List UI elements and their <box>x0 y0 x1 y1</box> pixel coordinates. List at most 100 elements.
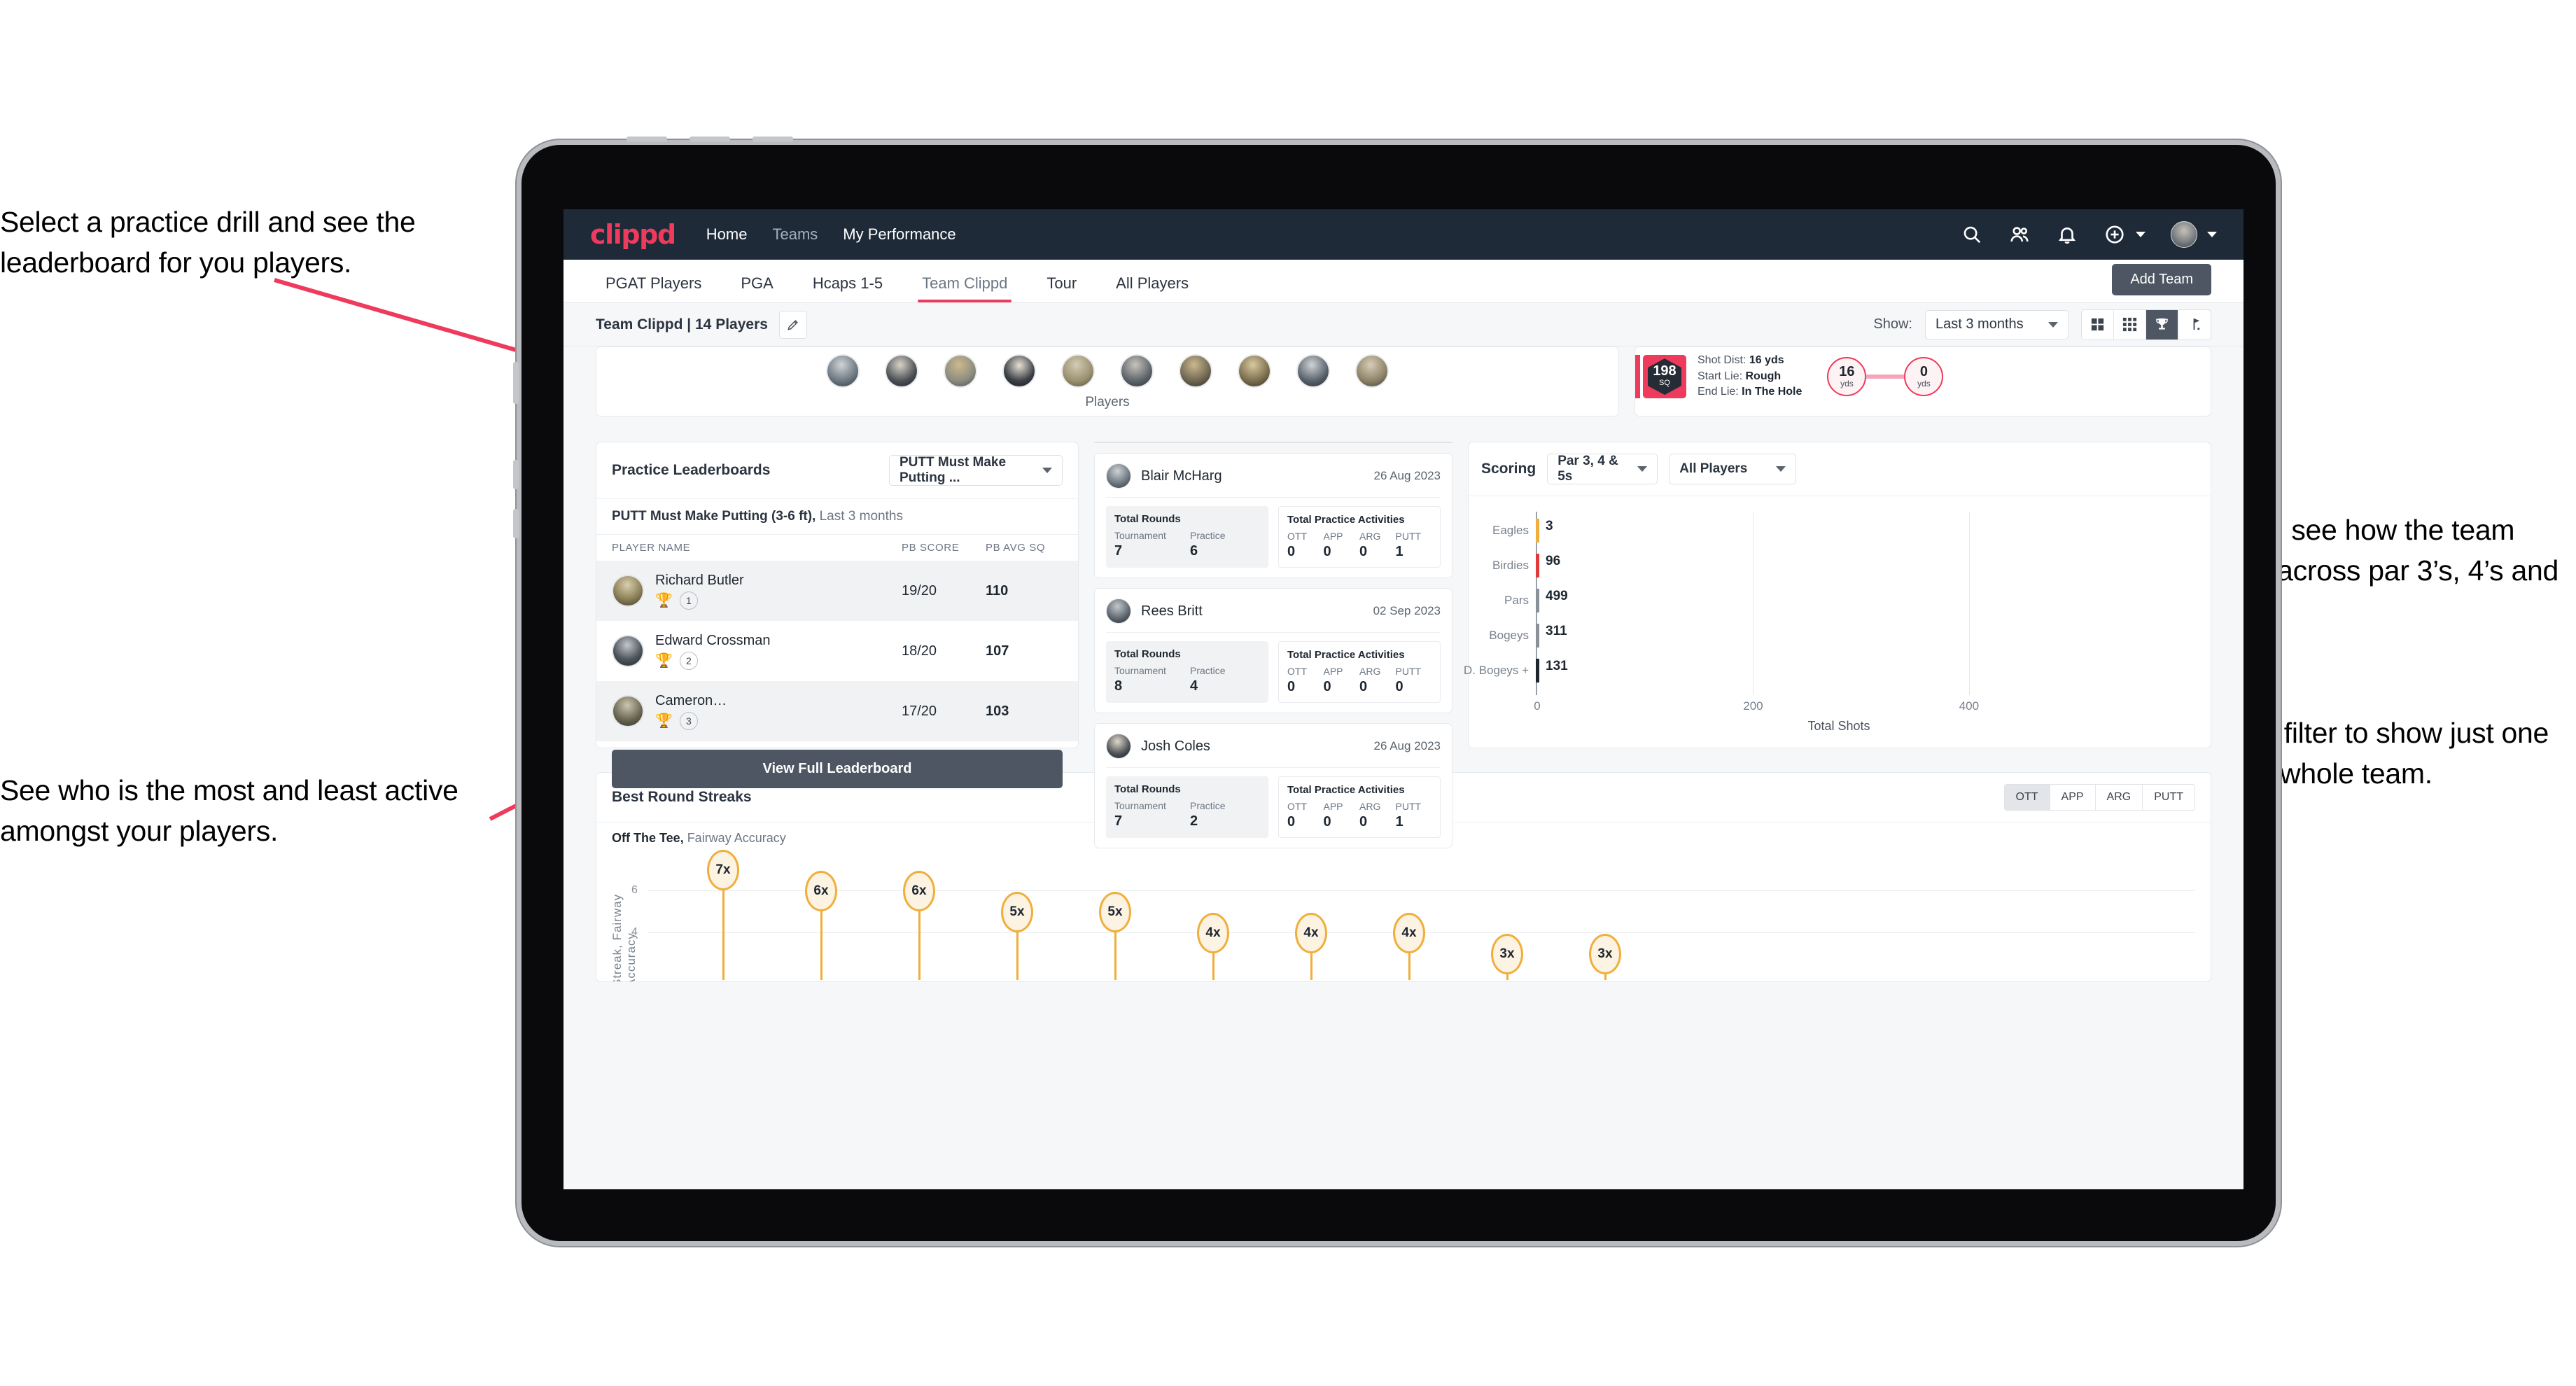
nav-link-my-performance[interactable]: My Performance <box>843 225 955 244</box>
tab-least-active[interactable]: Least Active <box>1273 442 1452 443</box>
toggle-putt[interactable]: PUTT <box>2143 785 2194 810</box>
toggle-ott[interactable]: OTT <box>2004 785 2050 810</box>
player-avatar[interactable] <box>1120 354 1154 388</box>
player-name: Richard Butler <box>655 572 744 588</box>
table-row[interactable]: Edward Crossman 🏆 2 18/20 107 <box>596 621 1078 681</box>
activity-card-header: Josh Coles 26 Aug 2023 <box>1106 734 1441 768</box>
total-rounds-header: Total Rounds <box>1114 783 1181 795</box>
total-rounds-header: Total Rounds <box>1114 648 1181 660</box>
streak-stem <box>1506 974 1508 980</box>
streak-bubble[interactable]: 6x <box>805 871 837 911</box>
streak-bubble[interactable]: 5x <box>1001 892 1033 932</box>
shot-dist-label: Shot Dist: <box>1698 354 1746 366</box>
player-avatar[interactable] <box>885 354 918 388</box>
avatar-chevron-down-icon[interactable] <box>2207 232 2217 237</box>
device-button-side-3 <box>513 509 519 538</box>
plus-chevron-down-icon[interactable] <box>2136 232 2146 237</box>
label-ott: OTT <box>1287 666 1307 677</box>
toggle-arg[interactable]: ARG <box>2095 785 2143 810</box>
period-select[interactable]: Last 3 months <box>1925 309 2068 340</box>
tab-team-clippd[interactable]: Team Clippd <box>912 274 1017 302</box>
tab-pga[interactable]: PGA <box>731 274 783 302</box>
x-tick-400: 400 <box>1959 699 1980 713</box>
shot-detail-inner: 198 SQ Shot Dist: 16 yds Start Lie: Roug… <box>1635 347 2211 400</box>
table-row[interactable]: Richard Butler 🏆 1 19/20 110 <box>596 561 1078 621</box>
view-full-leaderboard-button[interactable]: View Full Leaderboard <box>612 750 1063 788</box>
leaderboard-player: Cameron… 🏆 3 <box>655 693 902 730</box>
edit-team-button[interactable] <box>778 310 807 339</box>
add-team-button[interactable]: Add Team <box>2112 264 2211 295</box>
shot-accent-bar <box>1635 355 1640 399</box>
rounds-col-labels: Tournament Practice <box>1114 665 1260 676</box>
start-lie-value: Rough <box>1745 370 1782 382</box>
activity-card[interactable]: Rees Britt 02 Sep 2023 Total Rounds Tour… <box>1094 588 1452 713</box>
player-avatar[interactable] <box>1296 354 1330 388</box>
player-filter-select[interactable]: All Players <box>1669 454 1797 484</box>
streak-bubble[interactable]: 5x <box>1099 892 1131 932</box>
streak-bubble[interactable]: 4x <box>1295 913 1327 953</box>
activity-card[interactable]: Blair McHarg 26 Aug 2023 Total Rounds To… <box>1094 453 1452 578</box>
drill-select[interactable]: PUTT Must Make Putting ... <box>889 455 1063 486</box>
people-icon[interactable] <box>2008 223 2031 246</box>
device-button-side-1 <box>513 362 519 404</box>
par-select[interactable]: Par 3, 4 & 5s <box>1547 454 1658 484</box>
bell-icon[interactable] <box>2056 223 2078 246</box>
streak-stem <box>1212 953 1214 980</box>
player-avatar[interactable] <box>1355 354 1389 388</box>
avatar[interactable] <box>2171 221 2197 248</box>
practice-col-labels: OTT APP ARG PUTT <box>1287 531 1432 542</box>
tab-all-players[interactable]: All Players <box>1106 274 1198 302</box>
nav-link-teams[interactable]: Teams <box>772 225 818 244</box>
golf-flag-icon[interactable] <box>2178 310 2211 340</box>
avatar <box>1106 734 1131 759</box>
clippd-logo[interactable]: clippd <box>590 219 676 250</box>
label-ott: OTT <box>1287 531 1307 542</box>
tab-hcaps-1-5[interactable]: Hcaps 1-5 <box>803 274 892 302</box>
streak-bubble[interactable]: 4x <box>1197 913 1229 953</box>
end-lie-label: End Lie: <box>1698 386 1739 398</box>
tab-tour[interactable]: Tour <box>1037 274 1086 302</box>
rounds-col-labels: Tournament Practice <box>1114 800 1260 811</box>
activity-card[interactable]: Josh Coles 26 Aug 2023 Total Rounds Tour… <box>1094 723 1452 848</box>
practice-values: 0 0 0 0 <box>1287 679 1432 695</box>
gridline-6: 6 <box>631 884 2195 896</box>
player-avatar[interactable] <box>1238 354 1271 388</box>
streak-bubble[interactable]: 6x <box>903 871 935 911</box>
grid-3x3-icon[interactable] <box>2114 309 2146 340</box>
rank-pill: 1 <box>679 591 698 610</box>
device-button-top-3 <box>752 136 793 142</box>
col-player-name: PLAYER NAME <box>612 542 691 554</box>
tab-pgat-players[interactable]: PGAT Players <box>596 274 711 302</box>
player-avatar[interactable] <box>1179 354 1212 388</box>
rounds-values: 7 2 <box>1114 813 1260 830</box>
toggle-app[interactable]: APP <box>2050 785 2096 810</box>
players-caption: Players <box>1085 395 1130 410</box>
streak-bubble[interactable]: 7x <box>707 850 739 890</box>
tab-most-active[interactable]: Most Active <box>1095 442 1273 443</box>
player-avatar[interactable] <box>1061 354 1095 388</box>
pb-score: 17/20 <box>902 703 937 719</box>
avatar <box>612 635 644 667</box>
activity-card-body: Total Rounds Tournament Practice 7 2 Tot… <box>1106 776 1441 838</box>
drill-name: PUTT Must Make Putting (3-6 ft), <box>612 509 816 524</box>
grid-2x2-icon[interactable] <box>2082 309 2114 340</box>
shot-sq-unit: SQ <box>1659 379 1670 388</box>
plus-circle-icon[interactable] <box>2104 223 2126 246</box>
player-avatars <box>596 347 1618 388</box>
streak-bubble[interactable]: 4x <box>1393 913 1425 953</box>
trophy-icon[interactable] <box>2146 309 2178 340</box>
avatar <box>1106 598 1131 624</box>
bar-label-double-bogeys: D. Bogeys + <box>1463 664 1529 677</box>
device-button-top-1 <box>626 136 667 142</box>
nav-link-home[interactable]: Home <box>706 225 748 244</box>
search-icon[interactable] <box>1961 223 1983 246</box>
table-row[interactable]: Cameron… 🏆 3 17/20 103 <box>596 681 1078 741</box>
streak-bubble[interactable]: 3x <box>1491 934 1523 974</box>
player-avatar[interactable] <box>826 354 860 388</box>
player-avatar[interactable] <box>944 354 977 388</box>
period-select-value: Last 3 months <box>1935 316 2024 332</box>
show-label: Show: <box>1873 316 1912 332</box>
player-avatar[interactable] <box>1002 354 1036 388</box>
leaderboard-player: Edward Crossman 🏆 2 <box>655 633 902 670</box>
streak-bubble[interactable]: 3x <box>1589 934 1621 974</box>
